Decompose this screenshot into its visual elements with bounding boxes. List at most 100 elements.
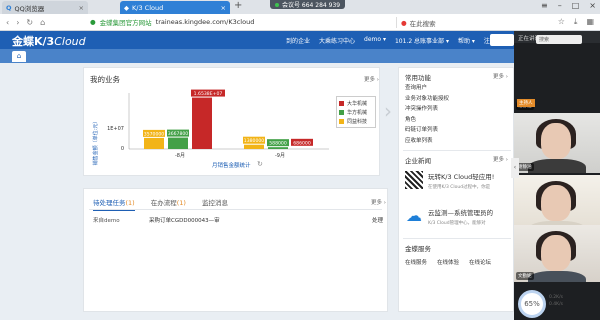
close-window-icon[interactable]: × [589, 1, 596, 10]
bar [192, 97, 212, 149]
browser-tab-qq[interactable]: Q QQ浏览器 × [2, 1, 88, 14]
more-label: 更多 [493, 74, 505, 80]
speed-up: 0.2K/s [549, 295, 563, 300]
tab-label: 在办流程 [150, 199, 177, 207]
header-menu-item[interactable]: 101.2 总账事业部 ▾ [395, 36, 449, 45]
function-item[interactable]: 冲突操作列表 [405, 104, 449, 115]
my-business-panel: 我的业务 更多 › 销售金额（单位:元） 1E+07 0 3570000 3667… [83, 67, 380, 176]
menu-icon[interactable]: ≡ [541, 1, 548, 10]
news-text: 玩转K/3 Cloud轻应用! 在使用K/3 Cloud过程中，你是 [428, 171, 494, 190]
close-icon[interactable]: × [79, 4, 84, 12]
bar [244, 144, 264, 149]
y-tick-label: 1E+07 [107, 126, 124, 132]
home-icon: ⌂ [16, 52, 22, 60]
avatar [541, 235, 571, 271]
section-title: 常用功能 [405, 74, 431, 82]
maximize-icon[interactable]: □ [572, 1, 580, 10]
url-field[interactable]: ● 金蝶集团官方网站 traineas.kingdee.com/K3cloud [90, 17, 254, 27]
legend-swatch [339, 119, 344, 124]
extensions-icon[interactable]: ▦ [586, 17, 594, 27]
download-icon[interactable]: ⤓ [574, 17, 578, 27]
participant-name: 文勤妮 [516, 272, 534, 280]
legend-item: 大华机械 [339, 99, 373, 108]
news-item[interactable]: ☁ 云监测—系统管理员的 K/3 Cloud管理中心，能够对 [405, 206, 513, 227]
logo-sub: Cloud [54, 35, 86, 48]
news-text: 云监测—系统管理员的 K/3 Cloud管理中心，能够对 [428, 207, 493, 226]
bar [268, 147, 288, 149]
star-icon[interactable]: ☆ [558, 17, 565, 27]
data-label: 588000 [269, 141, 287, 147]
divider [403, 238, 511, 239]
function-item[interactable]: 查询用户 [405, 83, 449, 94]
site-name: 金蝶集团官方网站 [99, 19, 152, 27]
minimize-icon[interactable]: – [558, 1, 562, 10]
legend-label: 大华机械 [347, 101, 368, 107]
function-item[interactable]: 码链订单列表 [405, 125, 449, 136]
new-tab-button[interactable]: + [234, 0, 242, 11]
back-icon[interactable]: ‹ [6, 18, 9, 27]
tab-label: 监控消息 [201, 199, 228, 207]
data-label: 3667800 [168, 131, 189, 137]
chart-caption: 月销售金额统计 [212, 163, 251, 169]
forward-icon[interactable]: › [16, 18, 19, 27]
next-arrow-icon[interactable]: › [384, 99, 396, 123]
function-item[interactable]: 角色 [405, 115, 449, 126]
function-item[interactable]: 应收单列表 [405, 136, 449, 147]
news-sub: K/3 Cloud管理中心，能够对 [428, 221, 486, 226]
task-action[interactable]: 处理 [372, 216, 383, 224]
search-icon: ● [401, 18, 407, 27]
x-tick-label: -9月 [275, 153, 285, 159]
header-menu-item[interactable]: 帮助 ▾ [458, 36, 475, 45]
tab-count: (1) [125, 199, 135, 207]
news-sub: 在使用K/3 Cloud过程中，你是 [428, 185, 491, 190]
participant-tile[interactable]: 谢静涵 [514, 113, 600, 173]
data-label: 1.6538E+07 [194, 91, 223, 97]
app-search-input[interactable] [490, 34, 514, 46]
chart-legend: 大华机械 华方机械 同益科技 [336, 96, 376, 128]
more-link[interactable]: 更多 › [371, 198, 386, 206]
browser-tab-k3cloud[interactable]: ◆ K/3 Cloud × [120, 1, 230, 14]
call-search-input[interactable]: 搜索 [536, 35, 582, 44]
speed-gauge[interactable]: 65% [518, 290, 546, 318]
cloud-icon: ☁ [406, 206, 422, 225]
task-from: 来自demo [93, 218, 120, 224]
header-menu-item[interactable]: demo ▾ [364, 36, 386, 45]
tab-title: K/3 Cloud [132, 3, 164, 12]
browser-search-input[interactable]: ● 在此搜索 [396, 17, 462, 28]
reload-icon[interactable]: ↻ [26, 18, 33, 27]
service-link[interactable]: 在线体验 [437, 258, 459, 266]
more-label: 更多 [493, 157, 505, 163]
function-item[interactable]: 业务对象功能授权 [405, 94, 449, 105]
collapse-arrow-icon[interactable]: ‹ [511, 158, 519, 178]
tab-title: QQ浏览器 [14, 4, 45, 13]
more-link[interactable]: 更多 › [493, 155, 508, 163]
home-icon[interactable]: ⌂ [40, 18, 45, 27]
x-tick-label: -8月 [175, 153, 185, 159]
app-subbar: ⌂ [0, 49, 514, 63]
close-icon[interactable]: × [221, 4, 226, 12]
app-header: 金蝶K/3Cloud 到的企业 大乘练习中心 demo ▾ 101.2 总账事业… [0, 31, 514, 49]
task-row[interactable]: 来自demo 采购订单CGDD000043—审 处理 [93, 216, 383, 224]
avatar [541, 123, 571, 159]
more-link[interactable]: 更多 › [493, 72, 508, 80]
search-placeholder: 搜索 [539, 37, 550, 43]
header-menu-item[interactable]: 大乘练习中心 [319, 36, 355, 45]
legend-label: 同益科技 [347, 119, 368, 125]
app-logo: 金蝶K/3Cloud [12, 33, 86, 49]
search-placeholder: 在此搜索 [409, 19, 436, 28]
service-links: 在线服务 在线体验 在线论坛 [405, 258, 491, 266]
logo-main: 金蝶K/3 [12, 35, 55, 48]
legend-item: 华方机械 [339, 108, 373, 117]
service-link[interactable]: 在线论坛 [469, 258, 491, 266]
host-badge: 主持人 [517, 99, 535, 107]
refresh-icon[interactable]: ↻ [257, 160, 263, 168]
news-item[interactable]: 玩转K/3 Cloud轻应用! 在使用K/3 Cloud过程中，你是 [405, 171, 513, 190]
gauge-value: 65% [524, 300, 540, 308]
task-subject[interactable]: 采购订单CGDD000043—审 [149, 216, 220, 224]
bar [168, 137, 188, 149]
header-menu-item[interactable]: 到的企业 [286, 36, 310, 45]
browser-logo-icon: Q [6, 3, 12, 12]
home-tab[interactable]: ⌂ [12, 51, 26, 62]
service-link[interactable]: 在线服务 [405, 258, 427, 266]
participant-tile[interactable]: 文勤妮 [514, 225, 600, 282]
